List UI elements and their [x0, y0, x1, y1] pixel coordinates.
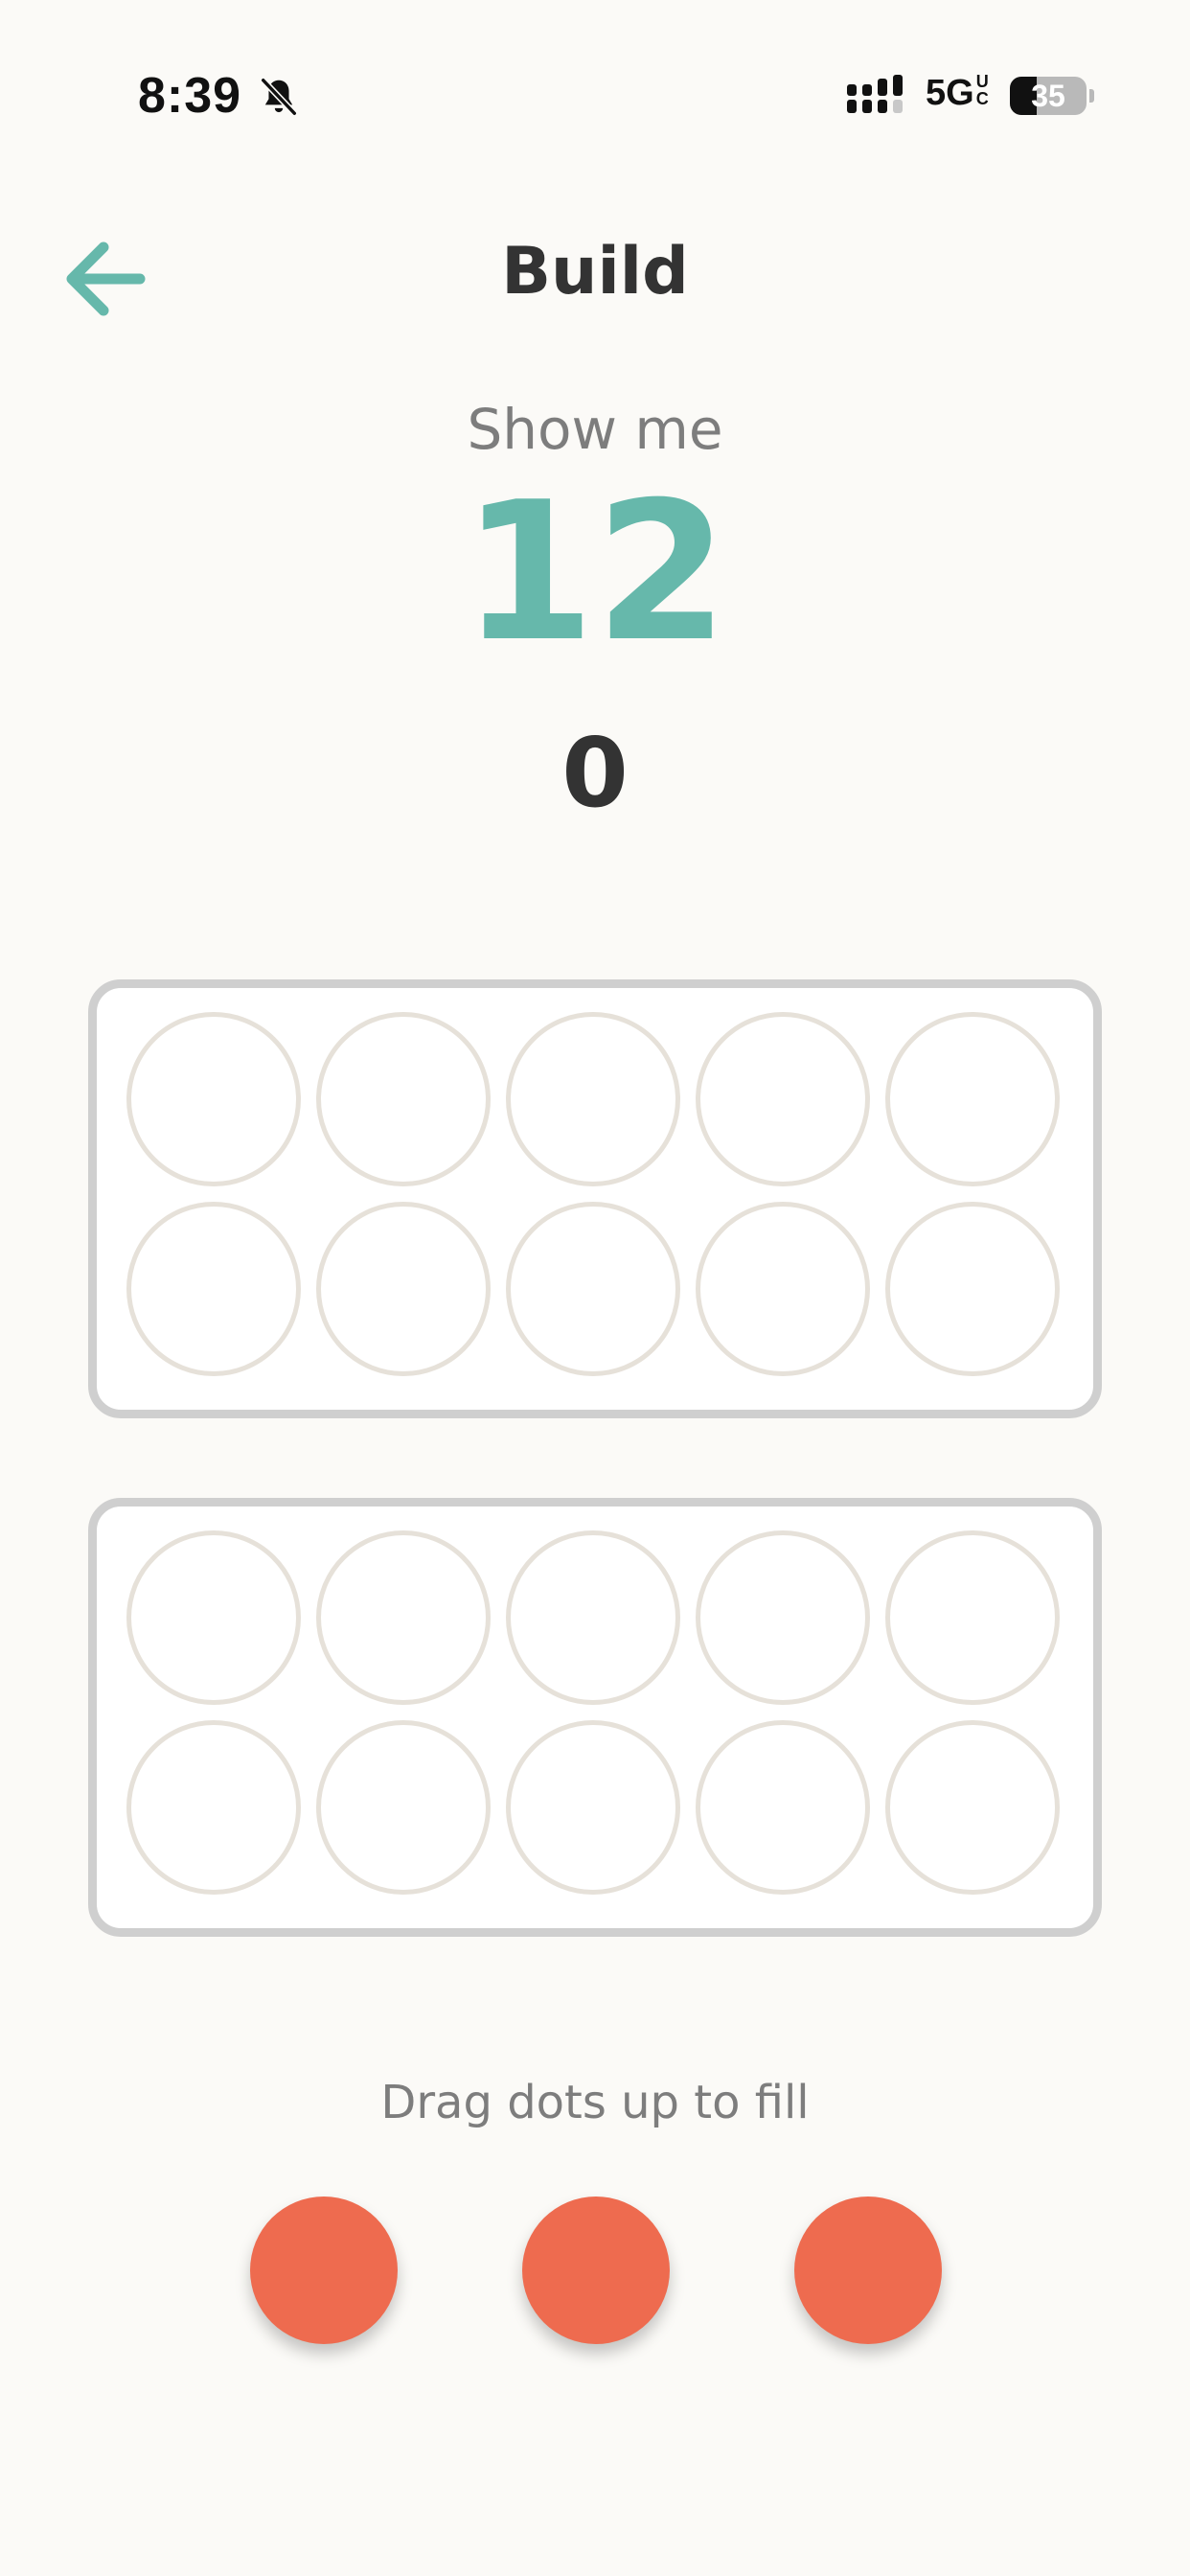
frame-slot[interactable] — [316, 1012, 491, 1186]
frame-slot[interactable] — [696, 1202, 870, 1376]
battery-icon: 35 — [1010, 77, 1087, 115]
network-indicator: 5G U C — [926, 73, 989, 114]
frame-slot[interactable] — [316, 1720, 491, 1895]
draggable-dot[interactable] — [794, 2196, 942, 2344]
instruction-text: Drag dots up to fill — [380, 2076, 810, 2129]
signal-bars-icon — [847, 75, 903, 113]
frame-slot[interactable] — [696, 1530, 870, 1705]
status-time: 8:39 — [138, 68, 242, 124]
frame-slot[interactable] — [506, 1530, 680, 1705]
frame-slot[interactable] — [885, 1012, 1060, 1186]
battery-tip — [1089, 89, 1094, 103]
bell-slash-icon — [261, 78, 297, 116]
ten-frame-grid — [126, 1012, 1060, 1376]
draggable-dot[interactable] — [522, 2196, 670, 2344]
network-sub-label: UC — [976, 73, 989, 107]
frame-slot[interactable] — [506, 1012, 680, 1186]
frame-slot[interactable] — [316, 1202, 491, 1376]
current-count: 0 — [561, 717, 629, 829]
battery-percent: 35 — [1031, 79, 1065, 113]
ten-frame-2[interactable] — [88, 1498, 1102, 1937]
build-screen: 8:39 5G U C 35 Build Show me 12 0 Drag d… — [0, 0, 1190, 2576]
frame-slot[interactable] — [506, 1720, 680, 1895]
status-bar: 8:39 5G U C 35 — [0, 0, 1190, 192]
network-label: 5G — [926, 73, 974, 113]
frame-slot[interactable] — [696, 1720, 870, 1895]
frame-slot[interactable] — [696, 1012, 870, 1186]
ten-frame-1[interactable] — [88, 979, 1102, 1418]
network-sub-bottom: C — [975, 89, 989, 108]
ten-frame-grid — [126, 1530, 1060, 1895]
network-sub-top: U — [975, 72, 989, 91]
frame-slot[interactable] — [126, 1530, 301, 1705]
frame-slot[interactable] — [126, 1012, 301, 1186]
frame-slot[interactable] — [885, 1720, 1060, 1895]
frame-slot[interactable] — [885, 1530, 1060, 1705]
frame-slot[interactable] — [126, 1720, 301, 1895]
prompt-label: Show me — [467, 397, 723, 462]
page-title: Build — [501, 234, 689, 310]
target-number: 12 — [461, 461, 729, 684]
frame-slot[interactable] — [316, 1530, 491, 1705]
frame-slot[interactable] — [885, 1202, 1060, 1376]
frame-slot[interactable] — [506, 1202, 680, 1376]
frame-slot[interactable] — [126, 1202, 301, 1376]
draggable-dot[interactable] — [250, 2196, 398, 2344]
